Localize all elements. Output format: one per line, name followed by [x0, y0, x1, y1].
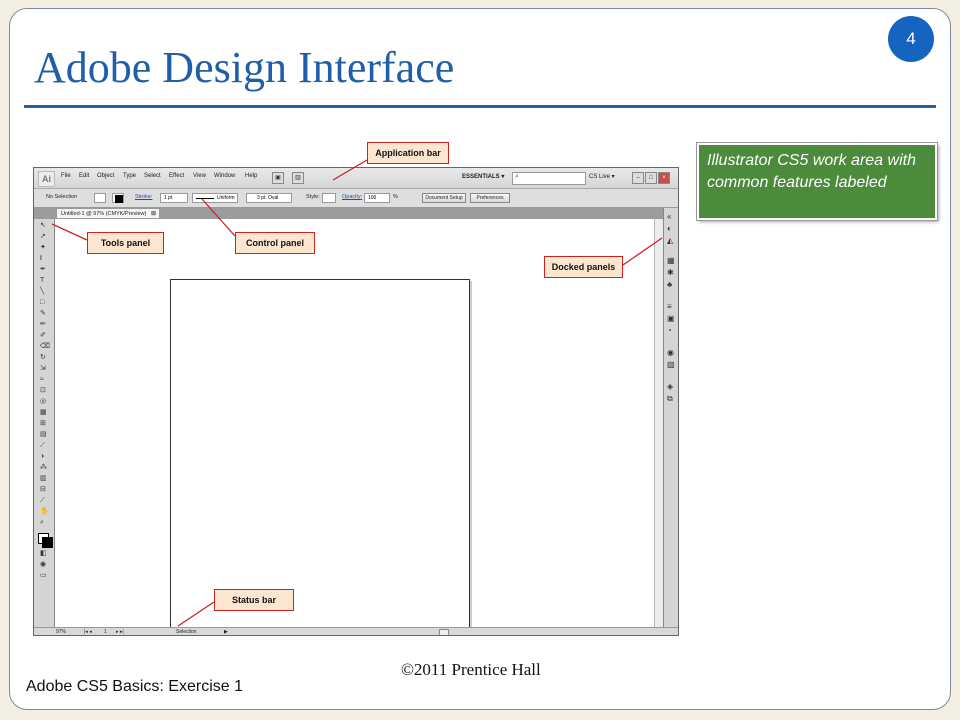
- callout-leader-lines: [51, 159, 663, 627]
- copyright-footer: ©2011 Prentice Hall: [401, 660, 541, 679]
- course-footer: Adobe CS5 Basics: Exercise 1: [26, 678, 243, 695]
